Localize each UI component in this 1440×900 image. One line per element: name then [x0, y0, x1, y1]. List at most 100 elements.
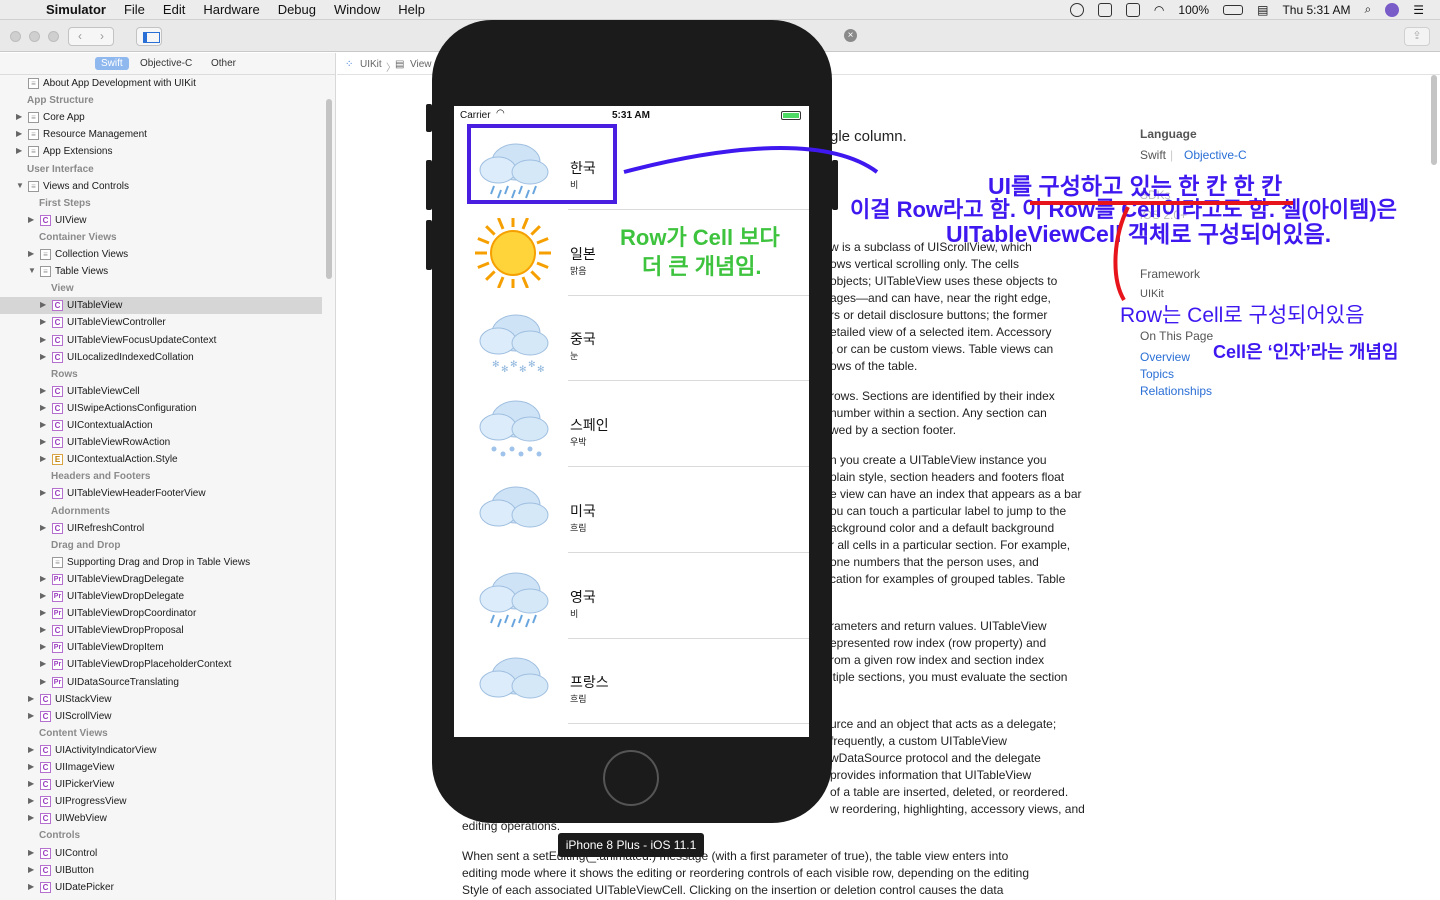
- disclosure-closed-icon[interactable]: ▶: [28, 848, 34, 857]
- sidebar-item[interactable]: ▶ C UITableView: [0, 297, 322, 315]
- disclosure-closed-icon[interactable]: ▶: [16, 112, 22, 121]
- grid-icon[interactable]: [1125, 2, 1140, 17]
- sidebar-item[interactable]: ▶ C UITableViewDropProposal: [0, 622, 322, 639]
- disclosure-closed-icon[interactable]: ▶: [40, 317, 46, 326]
- flag-icon[interactable]: ▤: [1257, 3, 1268, 17]
- sidebar-item[interactable]: ▶ Pr UITableViewDragDelegate: [0, 571, 322, 588]
- disclosure-closed-icon[interactable]: ▶: [40, 523, 46, 532]
- disclosure-open-icon[interactable]: ▼: [16, 181, 24, 190]
- home-button[interactable]: [603, 750, 659, 806]
- disclosure-closed-icon[interactable]: ▶: [40, 659, 46, 668]
- weather-table-cell[interactable]: 미국 흐림: [454, 467, 809, 553]
- sidebar-item[interactable]: ▶ Pr UITableViewDropDelegate: [0, 588, 322, 605]
- power-button[interactable]: [832, 160, 838, 210]
- sidebar-item[interactable]: ▶ ≡ App Extensions: [0, 143, 322, 160]
- wifi-icon[interactable]: ◠: [1154, 3, 1164, 17]
- sidebar-item[interactable]: ▶ Pr UITableViewDropPlaceholderContext: [0, 656, 322, 673]
- sidebar-item[interactable]: ▶ C UIRefreshControl: [0, 520, 322, 537]
- disclosure-closed-icon[interactable]: ▶: [28, 249, 34, 258]
- sidebar-item[interactable]: ▶ C UIScrollView: [0, 708, 322, 725]
- minimize-window-button[interactable]: [29, 31, 40, 42]
- disclosure-closed-icon[interactable]: ▶: [28, 215, 34, 224]
- disclosure-closed-icon[interactable]: ▶: [28, 882, 34, 891]
- sidebar-item[interactable]: ▶ C UIImageView: [0, 759, 322, 776]
- disclosure-closed-icon[interactable]: ▶: [40, 300, 46, 309]
- sidebar-item[interactable]: ▶ ≡ Core App: [0, 109, 322, 126]
- spotlight-search-icon[interactable]: ⌕: [1365, 2, 1372, 17]
- battery-percent[interactable]: 100%: [1178, 3, 1209, 17]
- disclosure-closed-icon[interactable]: ▶: [28, 694, 34, 703]
- back-chevron-icon[interactable]: ‹: [69, 28, 91, 45]
- share-button[interactable]: ⇪: [1404, 27, 1430, 46]
- sidebar-item[interactable]: ▶ C UISwipeActionsConfiguration: [0, 400, 322, 417]
- disclosure-closed-icon[interactable]: ▶: [28, 796, 34, 805]
- disclosure-closed-icon[interactable]: ▶: [40, 352, 46, 361]
- sidebar-item[interactable]: ▶ C UIPickerView: [0, 776, 322, 793]
- disclosure-closed-icon[interactable]: ▶: [40, 625, 46, 634]
- menu-edit[interactable]: Edit: [163, 2, 185, 17]
- volume-down-button[interactable]: [426, 220, 432, 270]
- sidebar-item[interactable]: ▶ C UILocalizedIndexedCollation: [0, 349, 322, 366]
- sidebar-item[interactable]: ▶ C UIStackView: [0, 691, 322, 708]
- sidebar-item[interactable]: ▶ C UITableViewCell: [0, 383, 322, 400]
- disclosure-closed-icon[interactable]: ▶: [40, 403, 46, 412]
- sidebar-item[interactable]: ▶ C UITableViewRowAction: [0, 434, 322, 451]
- sidebar-item[interactable]: ▶ C UIControl: [0, 845, 322, 862]
- sidebar-item[interactable]: ▶ Pr UITableViewDropCoordinator: [0, 605, 322, 622]
- weather-table-cell[interactable]: 영국 비: [454, 553, 809, 639]
- sidebar-item[interactable]: ▶ C UIButton: [0, 862, 322, 879]
- disclosure-closed-icon[interactable]: ▶: [28, 762, 34, 771]
- menu-help[interactable]: Help: [398, 2, 425, 17]
- disclosure-closed-icon[interactable]: ▶: [16, 146, 22, 155]
- link-overview[interactable]: Overview: [1140, 350, 1190, 364]
- disclosure-closed-icon[interactable]: ▶: [40, 608, 46, 617]
- clear-search-icon[interactable]: ×: [844, 29, 857, 42]
- battery-icon[interactable]: [1223, 4, 1244, 15]
- sidebar-item[interactable]: ▶ C UITableViewFocusUpdateContext: [0, 332, 322, 349]
- sidebar-item[interactable]: ▶ ≡ Resource Management: [0, 126, 322, 143]
- disclosure-closed-icon[interactable]: ▶: [40, 420, 46, 429]
- weather-table-cell[interactable]: ✻ ✻ ✻ ✻ ✻ ✻ 중국 눈: [454, 295, 809, 382]
- sidebar-item[interactable]: ▶ C UITableViewHeaderFooterView: [0, 485, 322, 502]
- disclosure-closed-icon[interactable]: ▶: [16, 129, 22, 138]
- volume-up-button[interactable]: [426, 160, 432, 210]
- sidebar-item[interactable]: ▶ Pr UITableViewDropItem: [0, 639, 322, 656]
- content-scrollbar[interactable]: [1431, 75, 1437, 165]
- close-window-button[interactable]: [10, 31, 21, 42]
- tab-other[interactable]: Other: [211, 58, 236, 69]
- mute-switch[interactable]: [426, 104, 432, 132]
- clock[interactable]: Thu 5:31 AM: [1282, 3, 1350, 17]
- siri-icon[interactable]: [1385, 2, 1400, 17]
- sidebar-item[interactable]: ▼ ≡ Table Views: [0, 263, 322, 280]
- menu-app-name[interactable]: Simulator: [46, 2, 106, 17]
- disclosure-closed-icon[interactable]: ▶: [40, 335, 46, 344]
- weather-table-cell[interactable]: 스페인 우박: [454, 381, 809, 468]
- disclosure-closed-icon[interactable]: ▶: [40, 488, 46, 497]
- record-icon[interactable]: [1069, 2, 1084, 17]
- zoom-window-button[interactable]: [48, 31, 59, 42]
- disclosure-closed-icon[interactable]: ▶: [40, 386, 46, 395]
- sidebar-item[interactable]: ▶ C UIWebView: [0, 810, 322, 827]
- disclosure-closed-icon[interactable]: ▶: [28, 711, 34, 720]
- disclosure-closed-icon[interactable]: ▶: [40, 437, 46, 446]
- toggle-sidebar-button[interactable]: [136, 27, 162, 46]
- notification-center-icon[interactable]: ☰: [1413, 3, 1424, 17]
- breadcrumb-view[interactable]: View: [410, 59, 432, 70]
- disclosure-closed-icon[interactable]: ▶: [28, 779, 34, 788]
- app-status-icon[interactable]: [1097, 2, 1112, 17]
- disclosure-closed-icon[interactable]: ▶: [28, 745, 34, 754]
- sidebar-scrollbar[interactable]: [326, 99, 332, 279]
- weather-table-cell[interactable]: 프랑스 흐림: [454, 638, 809, 725]
- disclosure-closed-icon[interactable]: ▶: [40, 574, 46, 583]
- sidebar-item[interactable]: ▶ C UIActivityIndicatorView: [0, 742, 322, 759]
- disclosure-open-icon[interactable]: ▼: [28, 266, 36, 275]
- tab-objective-c[interactable]: Objective-C: [140, 58, 192, 69]
- sidebar-item[interactable]: ▶ C UIView: [0, 212, 322, 229]
- forward-chevron-icon[interactable]: ›: [91, 28, 113, 45]
- tab-swift[interactable]: Swift: [95, 57, 129, 70]
- sidebar-item[interactable]: ▶ C UIProgressView: [0, 793, 322, 810]
- link-relationships[interactable]: Relationships: [1140, 384, 1212, 398]
- disclosure-closed-icon[interactable]: ▶: [28, 865, 34, 874]
- disclosure-closed-icon[interactable]: ▶: [40, 591, 46, 600]
- disclosure-closed-icon[interactable]: ▶: [28, 813, 34, 822]
